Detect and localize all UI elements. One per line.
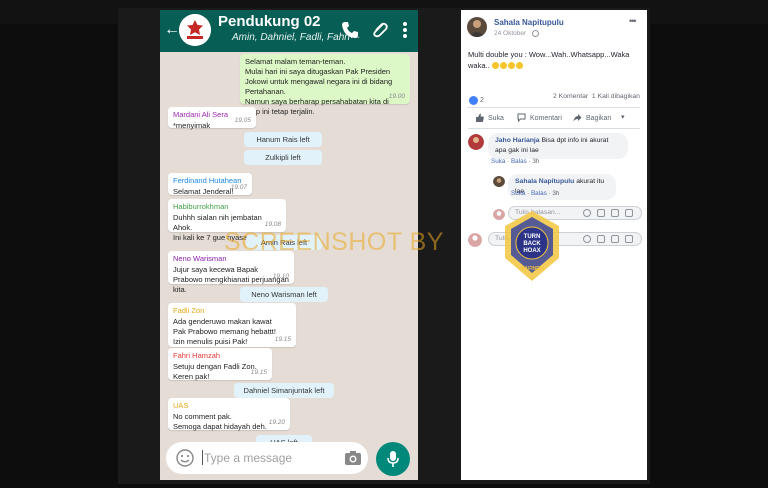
sender-name: Habiburrokhman	[173, 202, 229, 211]
emoji-icon	[507, 62, 515, 69]
divider	[468, 128, 640, 129]
svg-text:MAFINDO: MAFINDO	[520, 266, 543, 272]
message-time: 19.15	[274, 336, 291, 343]
message-text: Selamat malam teman-teman. Mulai hari in…	[245, 57, 393, 116]
message-time: 19.00	[388, 93, 405, 100]
watermark-text: SCREENSHOT BY	[224, 228, 444, 256]
comment-meta: Suka · Balas · 3h	[511, 190, 560, 197]
commenter-name[interactable]: Sahala Napitupulu	[515, 178, 574, 185]
globe-icon	[532, 30, 539, 37]
commenter-avatar[interactable]	[468, 134, 484, 150]
comment-icon	[517, 113, 526, 123]
svg-text:HOAX: HOAX	[523, 248, 540, 254]
emoji-icon[interactable]	[583, 235, 591, 243]
sticker-icon[interactable]	[625, 209, 633, 217]
mic-button[interactable]	[376, 442, 410, 476]
gif-icon[interactable]	[611, 235, 619, 243]
audience-selector[interactable]: ▾	[621, 113, 625, 121]
system-notice: Dahniel Simanjuntak left	[234, 383, 334, 398]
message-incoming[interactable]: Fadli Zon Ada genderuwo makan kawat Pak …	[168, 303, 296, 347]
system-notice: Neno Warisman left	[240, 287, 328, 302]
comment-count[interactable]: 2 Komentar	[553, 93, 588, 100]
share-button[interactable]: Bagikan	[573, 113, 611, 122]
message-incoming[interactable]: UAS No comment pak. Semoga dapat hidayah…	[168, 398, 290, 431]
comment-reply-link[interactable]: Balas	[511, 158, 527, 165]
sticker-icon[interactable]	[625, 235, 633, 243]
comment-bubble[interactable]: Jaho Harianja Bisa dpt info ini akurat a…	[488, 133, 628, 159]
like-button[interactable]: Suka	[475, 113, 504, 122]
emoji-icon	[515, 62, 523, 69]
author-name[interactable]: Sahala Napitupulu	[494, 18, 564, 27]
mafindo-seal-logo: TURN BACK HOAX MAFINDO	[505, 211, 559, 281]
sender-name: Fadli Zon	[173, 306, 205, 315]
message-time: 19.07	[230, 184, 247, 191]
comment-age: 3h	[532, 158, 540, 165]
comment-age: 3h	[552, 190, 560, 197]
system-notice: Zulkipli left	[244, 150, 322, 165]
back-arrow-icon[interactable]: ←	[164, 21, 180, 39]
reaction-count: 2	[480, 97, 484, 105]
message-outgoing[interactable]: Selamat malam teman-teman. Mulai hari in…	[240, 54, 410, 116]
phone-icon[interactable]	[340, 20, 360, 40]
comment-reply-link[interactable]: Balas	[531, 190, 547, 197]
comment-like-link[interactable]: Suka	[491, 158, 505, 165]
camera-icon[interactable]	[597, 209, 605, 217]
message-time: 19.15	[250, 369, 267, 376]
message-text: Ada genderuwo makan kawat Pak Prabowo me…	[173, 317, 276, 346]
emoji-icon[interactable]	[176, 449, 194, 467]
message-placeholder: Type a message	[204, 451, 293, 465]
comment-like-link[interactable]: Suka	[511, 190, 525, 197]
post-counts: 2 Komentar 1 Kali dibagikan	[553, 93, 640, 100]
post-text: Multi double you : Wow...Wah..Whatsapp..…	[468, 49, 640, 71]
chat-title: Pendukung 02	[218, 13, 321, 30]
message-input[interactable]: Type a message	[166, 442, 368, 474]
thumb-up-icon	[476, 113, 484, 122]
like-label: Suka	[488, 115, 504, 122]
my-avatar	[468, 233, 482, 247]
group-avatar[interactable]	[179, 14, 211, 46]
message-incoming[interactable]: Fahri Hamzah Setuju dengan Fadli Zon. Ke…	[168, 348, 272, 381]
chat-header: ← Pendukung 02 Amin, Dahniel, Fadli, Fah…	[160, 10, 418, 52]
system-notice: Hanum Rais left	[244, 132, 322, 147]
share-label: Bagikan	[586, 115, 612, 122]
sender-name: Fahri Hamzah	[173, 351, 221, 360]
message-incoming[interactable]: Mardani Ali Sera *menyimak 19.05	[168, 107, 256, 130]
comment-meta: Suka · Balas · 3h	[491, 158, 540, 165]
emoji-icon	[491, 62, 499, 69]
more-options-icon[interactable]: •••	[629, 16, 637, 26]
more-vert-icon[interactable]	[400, 20, 410, 40]
sender-name: UAS	[173, 401, 189, 410]
share-count[interactable]: 1 Kali dibagikan	[592, 93, 640, 100]
commenter-name[interactable]: Jaho Harianja	[495, 137, 540, 144]
message-time: 19.05	[234, 117, 251, 124]
message-incoming[interactable]: Ferdinand Hutahean Selamat Jenderal! 19.…	[168, 173, 252, 196]
camera-icon[interactable]	[597, 235, 605, 243]
message-time: 19.10	[272, 273, 289, 280]
svg-text:TURN: TURN	[524, 234, 541, 240]
svg-text:BACK: BACK	[523, 241, 541, 247]
paperclip-icon[interactable]	[370, 20, 390, 40]
text-cursor	[202, 450, 203, 465]
comment-label: Komentari	[530, 115, 562, 122]
commenter-avatar[interactable]	[493, 175, 505, 187]
comment-button[interactable]: Komentari	[517, 113, 562, 123]
camera-icon[interactable]	[344, 450, 362, 466]
author-avatar[interactable]	[467, 17, 487, 37]
message-time: 19.20	[268, 419, 285, 426]
gif-icon[interactable]	[611, 209, 619, 217]
post-date[interactable]: 24 Oktober	[494, 30, 526, 37]
divider	[468, 107, 640, 108]
share-icon	[573, 114, 582, 122]
emoji-icon	[499, 62, 507, 69]
mic-icon	[387, 451, 399, 467]
emoji-icon[interactable]	[583, 209, 591, 217]
like-reaction-icon	[469, 96, 478, 106]
